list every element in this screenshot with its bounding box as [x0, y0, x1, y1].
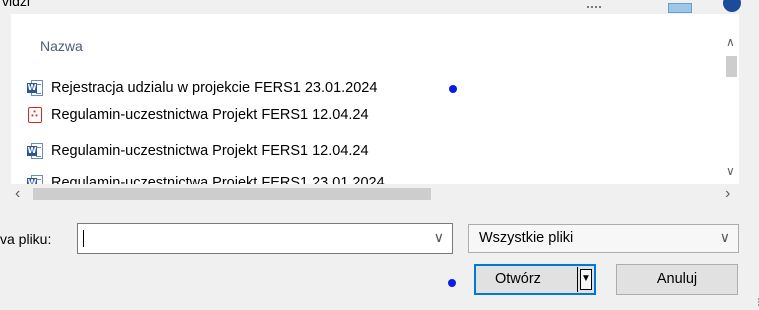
- file-name: Regulamin-uczestnictwa Projekt FERS1 23.…: [51, 175, 385, 184]
- scroll-down-icon[interactable]: ∨: [726, 164, 735, 178]
- pdf-icon: ∴: [27, 107, 43, 123]
- chevron-down-icon: ∨: [719, 229, 730, 245]
- file-name: Regulamin-uczestnictwa Projekt FERS1 12.…: [51, 107, 369, 123]
- word-doc-icon: W: [27, 175, 43, 184]
- file-name: Rejestracja udzialu w projekcie FERS1 23…: [51, 80, 378, 96]
- horizontal-scroll-thumb[interactable]: [33, 188, 431, 200]
- help-icon[interactable]: [723, 0, 741, 12]
- file-row[interactable]: ∴ Regulamin-uczestnictwa Projekt FERS1 1…: [27, 103, 477, 127]
- file-row[interactable]: W Regulamin-uczestnictwa Projekt FERS1 1…: [27, 139, 477, 163]
- marker-dot: [449, 85, 457, 93]
- open-button-label: Otwórz: [495, 271, 541, 287]
- filename-label: va pliku:: [0, 231, 52, 247]
- open-button[interactable]: Otwórz ▼: [474, 264, 596, 295]
- file-type-select[interactable]: Wszystkie pliki ∨: [468, 224, 739, 253]
- vertical-scrollbar[interactable]: ∧ ∨: [723, 14, 739, 184]
- view-options-icon[interactable]: [587, 6, 601, 13]
- scroll-up-icon[interactable]: ∧: [726, 35, 735, 49]
- word-doc-icon: W: [27, 80, 43, 96]
- top-cut-label: vidzi: [2, 0, 31, 9]
- text-caret: [83, 230, 84, 247]
- word-doc-icon: W: [27, 143, 43, 159]
- chevron-down-icon[interactable]: ∨: [434, 229, 444, 246]
- marker-dot: [448, 279, 456, 287]
- split-divider: [577, 267, 578, 292]
- cancel-button[interactable]: Anuluj: [616, 264, 738, 295]
- file-list-pane[interactable]: Nazwa W Rejestracja udzialu w projekcie …: [11, 14, 739, 184]
- filename-input[interactable]: ∨: [77, 223, 453, 254]
- vertical-scroll-thumb[interactable]: [726, 56, 737, 77]
- file-type-value: Wszystkie pliki: [479, 230, 574, 246]
- column-header-name[interactable]: Nazwa: [40, 38, 83, 54]
- file-row[interactable]: W Rejestracja udzialu w projekcie FERS1 …: [27, 76, 477, 100]
- cancel-button-label: Anuluj: [656, 271, 698, 287]
- dropdown-arrow-icon[interactable]: ▼: [580, 269, 592, 290]
- horizontal-scrollbar[interactable]: ‹ ›: [11, 184, 739, 204]
- top-toolbar: vidzi: [0, 0, 759, 14]
- scroll-right-icon[interactable]: ›: [725, 185, 730, 203]
- resize-grip-icon[interactable]: [752, 298, 759, 306]
- scroll-left-icon[interactable]: ‹: [15, 185, 20, 203]
- file-row[interactable]: W Regulamin-uczestnictwa Projekt FERS1 2…: [27, 171, 477, 184]
- file-name: Regulamin-uczestnictwa Projekt FERS1 12.…: [51, 143, 369, 159]
- preview-pane-icon[interactable]: [668, 3, 692, 13]
